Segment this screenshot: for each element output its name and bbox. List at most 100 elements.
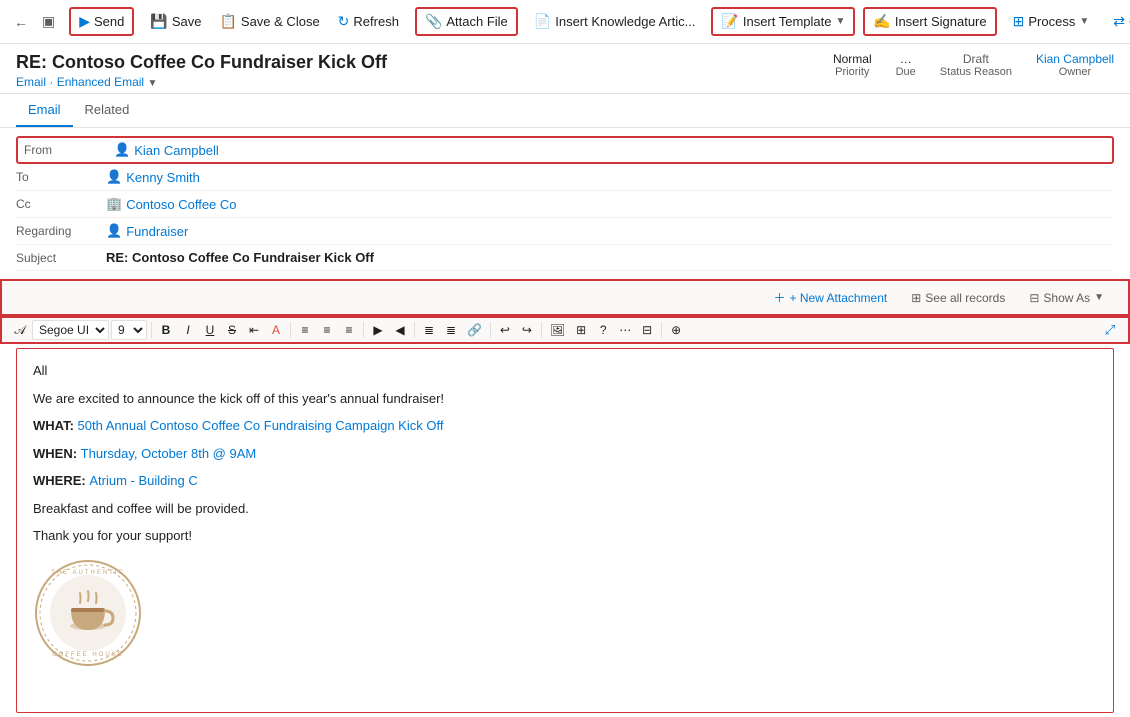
email-when: WHEN: Thursday, October 8th @ 9AM — [33, 444, 1097, 464]
to-value[interactable]: Kenny Smith — [126, 170, 200, 185]
page-icon-button[interactable]: ▣ — [36, 9, 61, 34]
cc-value[interactable]: Contoso Coffee Co — [126, 197, 236, 212]
where-value: Atrium - Building C — [89, 473, 197, 488]
new-attachment-button[interactable]: ＋ + New Attachment — [765, 285, 895, 310]
rt-divider-2 — [290, 322, 291, 338]
font-size-select[interactable]: 9 — [111, 320, 147, 340]
see-all-button[interactable]: ⊞ See all records — [903, 287, 1013, 309]
show-as-button[interactable]: ⊟ Show As ▼ — [1021, 287, 1112, 309]
meta-status: Draft Status Reason — [940, 52, 1012, 78]
insert-signature-button[interactable]: ✍ Insert Signature — [863, 7, 996, 36]
align-right-button[interactable]: ≡ — [339, 321, 359, 339]
regarding-value[interactable]: Fundraiser — [126, 224, 188, 239]
from-row: From 👤 Kian Campbell — [16, 136, 1114, 164]
font-color-button[interactable]: A — [266, 321, 286, 339]
priority-label: Priority — [835, 66, 869, 78]
insert-signature-label: Insert Signature — [895, 14, 987, 29]
subject-row: Subject RE: Contoso Coffee Co Fundraiser… — [16, 245, 1114, 271]
save-label: Save — [172, 14, 202, 29]
send-button[interactable]: ▶ Send — [69, 7, 134, 36]
subtitle-email[interactable]: Email — [16, 75, 46, 89]
owner-label: Owner — [1059, 66, 1091, 78]
subject-value: RE: Contoso Coffee Co Fundraiser Kick Of… — [106, 250, 374, 265]
page-meta: Normal Priority … Due Draft Status Reaso… — [833, 52, 1114, 78]
when-value: Thursday, October 8th @ 9AM — [81, 446, 257, 461]
regarding-icon: 👤 — [106, 223, 122, 239]
outdent-button[interactable]: ◀ — [390, 321, 410, 339]
redo-button[interactable]: ↪ — [517, 321, 537, 339]
status-value: Draft — [963, 52, 989, 66]
expand-button[interactable]: ⊞ — [571, 321, 591, 339]
subtitle-dropdown: ▼ — [147, 78, 157, 89]
to-label: To — [16, 170, 106, 184]
insert-template-button[interactable]: 📝 Insert Template ▼ — [711, 7, 855, 36]
email-intro: We are excited to announce the kick off … — [33, 389, 1097, 409]
meta-owner: Kian Campbell Owner — [1036, 52, 1114, 78]
when-label: WHEN: — [33, 446, 81, 461]
tab-related[interactable]: Related — [73, 94, 142, 127]
highlight-button[interactable]: ▶ — [368, 321, 388, 339]
send-label: Send — [94, 14, 124, 29]
svg-text:THE AUTHENTIC: THE AUTHENTIC — [51, 570, 125, 576]
template-icon: 📝 — [721, 13, 738, 30]
email-greeting: All — [33, 361, 1097, 381]
font-style-button[interactable]: 𝒜 — [10, 321, 30, 340]
bold-button[interactable]: B — [156, 321, 176, 339]
font-family-select[interactable]: Segoe UI — [32, 320, 109, 340]
align-center-button[interactable]: ≡ — [317, 321, 337, 339]
to-value-container: 👤 Kenny Smith — [106, 169, 1114, 185]
meta-due: … Due — [896, 52, 916, 78]
decrease-indent-button[interactable]: ⇤ — [244, 321, 264, 339]
refresh-button[interactable]: ↻ Refresh — [330, 9, 407, 34]
undo-button[interactable]: ↩ — [495, 321, 515, 339]
save-button[interactable]: 💾 Save — [142, 9, 209, 34]
underline-button[interactable]: U — [200, 321, 220, 339]
insert-knowledge-button[interactable]: 📄 Insert Knowledge Artic... — [526, 9, 704, 34]
subtitle-enhanced[interactable]: Enhanced Email — [57, 75, 144, 89]
save-close-label: Save & Close — [241, 14, 320, 29]
email-what: WHAT: 50th Annual Contoso Coffee Co Fund… — [33, 416, 1097, 436]
from-value[interactable]: Kian Campbell — [134, 143, 219, 158]
back-button[interactable]: ← — [8, 10, 34, 34]
strikethrough-button[interactable]: S — [222, 321, 242, 339]
attach-file-button[interactable]: 📎 Attach File — [415, 7, 518, 36]
format-button[interactable]: ⊕ — [666, 321, 686, 339]
attach-file-label: Attach File — [446, 14, 507, 29]
italic-button[interactable]: I — [178, 321, 198, 339]
subtitle-separator: · — [49, 75, 56, 89]
template-dropdown-arrow: ▼ — [836, 16, 846, 27]
table-button[interactable]: ⊟ — [637, 321, 657, 339]
attachment-bar: ＋ + New Attachment ⊞ See all records ⊟ S… — [0, 279, 1130, 316]
from-label: From — [24, 143, 114, 157]
owner-value[interactable]: Kian Campbell — [1036, 52, 1114, 66]
subject-label: Subject — [16, 251, 106, 265]
process-button[interactable]: ⊞ Process ▼ — [1005, 9, 1098, 34]
email-body[interactable]: All We are excited to announce the kick … — [16, 348, 1114, 713]
due-label: Due — [896, 66, 916, 78]
align-left-button[interactable]: ≡ — [295, 321, 315, 339]
save-close-button[interactable]: 📋 Save & Close — [211, 9, 327, 34]
fullscreen-button[interactable]: ⤢ — [1100, 320, 1120, 340]
cc-label: Cc — [16, 197, 106, 211]
send-icon: ▶ — [79, 13, 90, 30]
more-rt-button[interactable]: ⋯ — [615, 321, 635, 339]
numbered-list-button[interactable]: ≣ — [441, 321, 461, 339]
link-button[interactable]: 🔗 — [463, 321, 486, 339]
regarding-label: Regarding — [16, 224, 106, 238]
rt-divider-1 — [151, 322, 152, 338]
help-button[interactable]: ? — [593, 321, 613, 339]
tab-bar: Email Related — [0, 94, 1130, 128]
save-icon: 💾 — [150, 13, 167, 30]
convert-to-button[interactable]: ⇄ Convert To ▼ — [1105, 9, 1130, 34]
tab-email[interactable]: Email — [16, 94, 73, 127]
image-button[interactable]: 🖼 — [546, 321, 569, 339]
rich-text-toolbar: 𝒜 Segoe UI 9 B I U S ⇤ A ≡ ≡ ≡ ▶ ◀ ≣ ≣ 🔗… — [0, 316, 1130, 344]
attach-icon: 📎 — [425, 13, 442, 30]
new-attachment-label: + New Attachment — [790, 291, 888, 305]
process-label: Process — [1028, 14, 1075, 29]
bullet-list-button[interactable]: ≣ — [419, 321, 439, 339]
cc-value-container: 🏢 Contoso Coffee Co — [106, 196, 1114, 212]
rt-divider-3 — [363, 322, 364, 338]
attach-plus-icon: ＋ — [773, 289, 785, 306]
header-left: RE: Contoso Coffee Co Fundraiser Kick Of… — [16, 52, 387, 89]
